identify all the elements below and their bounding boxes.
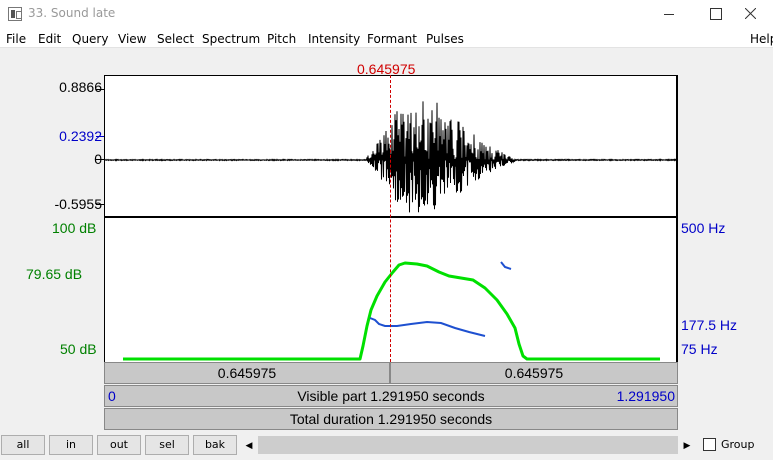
scroll-right-icon[interactable]: ▶ <box>680 435 694 455</box>
waveform-max-label: 0.8866 <box>59 79 102 95</box>
waveform-zero-tick <box>96 159 104 160</box>
time-cursor-line <box>390 75 391 362</box>
visible-part-bar[interactable]: 0 Visible part 1.291950 seconds 1.291950 <box>104 385 678 407</box>
menu-spectrum[interactable]: Spectrum <box>202 32 260 46</box>
menu-view[interactable]: View <box>118 32 146 46</box>
pitch-max-label: 500 Hz <box>681 220 726 236</box>
menu-intensity[interactable]: Intensity <box>308 32 360 46</box>
minimize-button[interactable] <box>646 0 692 28</box>
intensity-max-label: 100 dB <box>52 220 97 236</box>
waveform-max-tick <box>96 89 104 90</box>
menu-pitch[interactable]: Pitch <box>267 32 296 46</box>
scroll-left-icon[interactable]: ◀ <box>242 435 256 455</box>
total-duration-bar[interactable]: Total duration 1.291950 seconds <box>104 408 678 430</box>
waveform-min-tick <box>96 204 104 205</box>
menu-formant[interactable]: Formant <box>367 32 417 46</box>
left-of-cursor-bar[interactable]: 0.645975 <box>104 362 390 384</box>
zoom-selection-button[interactable]: sel <box>145 435 189 455</box>
horizontal-scrollbar[interactable]: ◀ ▶ <box>242 435 694 455</box>
menu-edit[interactable]: Edit <box>38 32 61 46</box>
right-of-cursor-bar[interactable]: 0.645975 <box>390 362 678 384</box>
waveform-panel[interactable] <box>104 75 678 218</box>
menu-query[interactable]: Query <box>72 32 108 46</box>
analysis-panel[interactable] <box>104 218 678 362</box>
waveform-plot <box>105 101 677 213</box>
intensity-cursor-label: 79.65 dB <box>26 266 83 282</box>
pitch-min-label: 75 Hz <box>681 341 718 357</box>
zoom-back-button[interactable]: bak <box>193 435 237 455</box>
waveform-cursor-amplitude-label: 0.2392 <box>59 128 102 144</box>
menu-select[interactable]: Select <box>157 32 194 46</box>
menu-pulses[interactable]: Pulses <box>426 32 464 46</box>
menu-bar: File Edit Query View Select Spectrum Pit… <box>0 28 773 48</box>
pitch-curve-main <box>369 317 486 337</box>
pitch-cursor-label: 177.5 Hz <box>681 317 738 333</box>
window-title: 33. Sound late <box>28 6 116 20</box>
menu-help[interactable]: Help <box>750 32 773 46</box>
menu-file[interactable]: File <box>6 32 26 46</box>
title-bar: 33. Sound late <box>0 0 773 28</box>
group-label: Group <box>721 438 755 451</box>
close-button[interactable] <box>727 0 773 28</box>
visible-end-label: 1.291950 <box>616 388 675 404</box>
visible-part-label: Visible part 1.291950 seconds <box>297 388 485 404</box>
scrollbar-track[interactable] <box>258 436 678 454</box>
waveform-zero-label: 0 <box>40 151 102 167</box>
visible-start-label: 0 <box>108 388 116 404</box>
zoom-in-button[interactable]: in <box>49 435 93 455</box>
praat-app-icon <box>8 7 22 21</box>
waveform-trace <box>105 101 677 213</box>
pitch-curve-fragment <box>500 261 512 270</box>
group-checkbox[interactable] <box>703 438 716 451</box>
waveform-cursor-tick <box>96 136 104 137</box>
zoom-all-button[interactable]: all <box>1 435 45 455</box>
waveform-min-label: -0.5955 <box>54 196 102 212</box>
close-icon <box>745 8 756 19</box>
intensity-min-label: 50 dB <box>60 341 97 357</box>
intensity-curve <box>123 261 660 361</box>
analysis-plot <box>123 261 660 361</box>
zoom-out-button[interactable]: out <box>97 435 141 455</box>
